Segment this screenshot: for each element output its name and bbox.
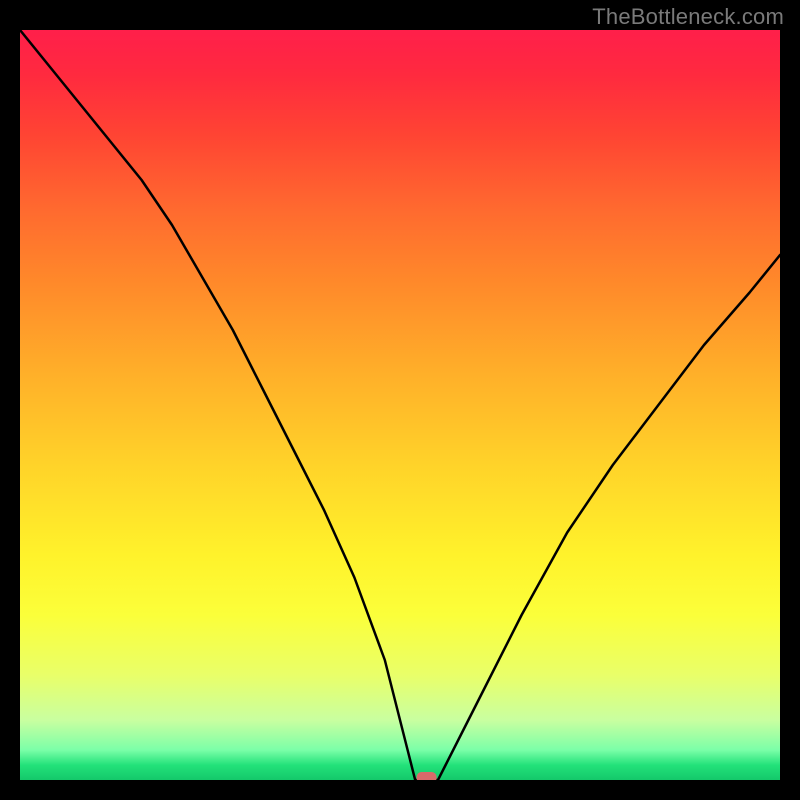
optimum-marker bbox=[417, 772, 437, 780]
plot-area bbox=[20, 30, 780, 780]
chart-frame: TheBottleneck.com bbox=[0, 0, 800, 800]
chart-svg bbox=[20, 30, 780, 780]
watermark-text: TheBottleneck.com bbox=[592, 4, 784, 30]
bottleneck-curve bbox=[20, 30, 780, 780]
